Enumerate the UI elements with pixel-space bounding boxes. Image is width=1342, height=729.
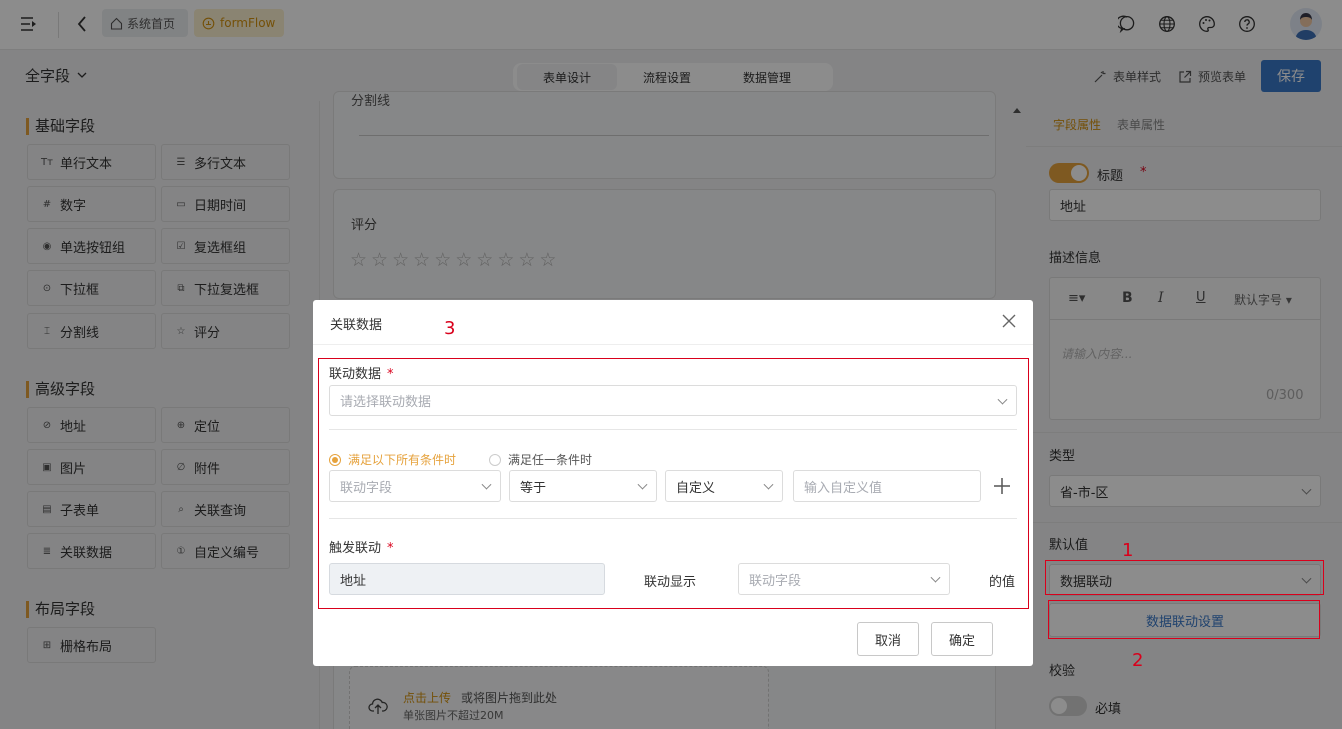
dialog-header-divider [313, 344, 1033, 345]
dialog-title: 关联数据 [330, 318, 383, 333]
chevron-down-icon [481, 479, 492, 490]
annotation-number-2: 2 [1132, 650, 1144, 671]
condition-value-placeholder: 输入自定义值 [804, 480, 883, 496]
radio-unchecked-icon [489, 453, 501, 466]
link-data-label: 联动数据 * [329, 367, 394, 382]
condition-all-label: 满足以下所有条件时 [348, 453, 457, 467]
related-data-dialog: 关联数据 3 联动数据 * 请选择联动数据 满足以下所有条件时 满足任一条件时 联… [313, 300, 1033, 666]
chevron-down-icon [763, 479, 774, 490]
annotation-number-1: 1 [1122, 540, 1134, 561]
chevron-down-icon [930, 572, 941, 583]
close-icon[interactable] [1001, 313, 1017, 329]
annotation-box-2 [1048, 600, 1320, 639]
link-data-select[interactable]: 请选择联动数据 [329, 385, 1017, 416]
chevron-down-icon [637, 479, 648, 490]
condition-mode-select[interactable]: 自定义 [665, 470, 783, 502]
annotation-number-3: 3 [444, 318, 456, 339]
display-field-placeholder: 联动字段 [749, 573, 802, 589]
link-data-label-text: 联动数据 [329, 367, 382, 382]
confirm-button[interactable]: 确定 [931, 622, 993, 656]
section-divider [329, 518, 1017, 519]
cancel-button[interactable]: 取消 [857, 622, 919, 656]
value-suffix-text: 的值 [989, 575, 1016, 590]
condition-any-label: 满足任一条件时 [508, 453, 593, 467]
condition-any-radio[interactable]: 满足任一条件时 [489, 451, 592, 468]
chevron-down-icon [997, 394, 1008, 405]
condition-field-select[interactable]: 联动字段 [329, 470, 501, 502]
annotation-box-1 [1045, 560, 1324, 595]
display-field-select[interactable]: 联动字段 [738, 563, 950, 595]
condition-operator-value: 等于 [520, 480, 547, 496]
section-divider [329, 429, 1017, 430]
condition-mode-value: 自定义 [676, 480, 716, 496]
link-display-text: 联动显示 [644, 575, 697, 590]
condition-field-placeholder: 联动字段 [340, 480, 393, 496]
condition-value-input[interactable]: 输入自定义值 [793, 470, 981, 502]
trigger-label: 触发联动 * [329, 541, 394, 556]
add-condition-icon[interactable] [993, 477, 1011, 495]
condition-all-radio[interactable]: 满足以下所有条件时 [329, 451, 456, 468]
trigger-field-input: 地址 [329, 563, 605, 595]
link-data-placeholder: 请选择联动数据 [340, 395, 432, 410]
condition-operator-select[interactable]: 等于 [509, 470, 657, 502]
radio-checked-icon [329, 453, 341, 466]
trigger-label-text: 触发联动 [329, 541, 382, 556]
